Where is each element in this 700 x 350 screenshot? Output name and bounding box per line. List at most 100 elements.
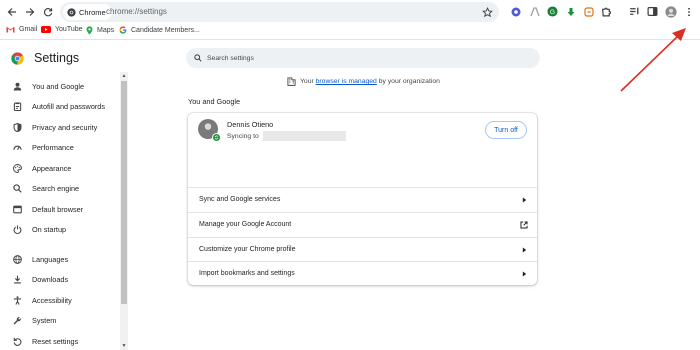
side-panel-icon[interactable] — [646, 5, 659, 18]
wrench-icon — [12, 315, 22, 325]
bookmark-youtube[interactable]: YouTube — [41, 26, 83, 33]
speedometer-icon — [12, 142, 22, 152]
sidebar-item-label: Downloads — [32, 274, 69, 284]
browser-toolbar: Chrome chrome://settings G — [0, 0, 700, 23]
sidebar-item-privacy[interactable]: Privacy and security — [12, 120, 97, 134]
browser-icon — [12, 204, 22, 214]
sidebar-item-autofill[interactable]: Autofill and passwords — [12, 99, 105, 113]
bookmark-maps[interactable]: Maps — [86, 26, 114, 35]
search-icon — [12, 183, 22, 193]
chrome-menu-button[interactable] — [682, 5, 695, 18]
redacted-email — [262, 131, 346, 141]
scroll-up-arrow-icon[interactable]: ▲ — [121, 73, 127, 79]
reload-icon — [43, 8, 53, 17]
palette-icon — [12, 163, 22, 173]
search-icon — [194, 54, 202, 62]
address-bar[interactable]: Chrome chrome://settings — [60, 2, 499, 22]
sidebar-item-label: Performance — [32, 142, 74, 152]
settings-sidebar: You and Google Autofill and passwords Pr… — [0, 72, 128, 350]
search-placeholder: Search settings — [207, 54, 254, 62]
sidebar-item-label: Languages — [32, 254, 69, 264]
managed-prefix: Your — [300, 78, 316, 85]
section-title: You and Google — [188, 97, 241, 106]
sidebar-scrollbar[interactable]: ▲ ▼ — [120, 72, 128, 350]
managed-suffix: by your organization — [376, 78, 440, 85]
extensions-puzzle-icon[interactable] — [600, 5, 613, 18]
profile-name: Dennis Otieno — [227, 120, 274, 129]
row-label: Customize your Chrome profile — [199, 246, 296, 253]
reload-button[interactable] — [40, 4, 56, 20]
scroll-down-arrow-icon[interactable]: ▼ — [121, 343, 127, 349]
search-settings-input[interactable]: Search settings — [186, 48, 540, 68]
sidebar-item-languages[interactable]: Languages — [12, 252, 68, 266]
card-row-import-bookmarks[interactable]: Import bookmarks and settings — [188, 261, 537, 286]
grammarly-extension-icon[interactable]: G — [546, 5, 559, 18]
back-arrow-icon — [7, 8, 16, 16]
bookmark-star-icon[interactable] — [482, 5, 493, 23]
bookmark-candidate-members[interactable]: Candidate Members... — [119, 26, 200, 34]
sidebar-item-performance[interactable]: Performance — [12, 140, 74, 154]
sidebar-item-label: Default browser — [32, 204, 84, 214]
browser-managed-link[interactable]: browser is managed — [316, 78, 377, 85]
forward-arrow-icon — [26, 8, 35, 16]
bookmark-label: Gmail — [19, 26, 38, 33]
profile-avatar-button[interactable] — [664, 5, 677, 18]
triangle-right-icon — [520, 270, 528, 278]
sidebar-item-system[interactable]: System — [12, 313, 56, 327]
card-row-sync-services[interactable]: Sync and Google services — [188, 187, 537, 212]
turn-off-sync-button[interactable]: Turn off — [485, 121, 527, 139]
download-icon — [12, 274, 22, 284]
sidebar-item-label: Privacy and security — [32, 122, 98, 132]
url-text[interactable]: chrome://settings — [106, 7, 167, 16]
row-label: Sync and Google services — [199, 196, 281, 203]
sidebar-item-reset-settings[interactable]: Reset settings — [12, 334, 78, 348]
shield-icon — [12, 122, 22, 132]
sidebar-item-label: Autofill and passwords — [32, 101, 106, 111]
gmail-icon — [6, 26, 15, 33]
bookmarks-bar: Gmail YouTube Maps Candidate Members... — [0, 23, 700, 40]
sidebar-item-default-browser[interactable]: Default browser — [12, 202, 83, 216]
sidebar-item-label: Search engine — [32, 183, 80, 193]
extension-icon-2[interactable] — [528, 5, 541, 18]
sidebar-item-on-startup[interactable]: On startup — [12, 222, 66, 236]
accessibility-icon — [12, 295, 22, 305]
download-extension-icon[interactable] — [564, 5, 577, 18]
site-info-chip[interactable]: Chrome — [63, 4, 112, 20]
site-info-label: Chrome — [79, 7, 106, 17]
external-link-icon — [520, 221, 528, 229]
chrome-logo-icon — [11, 51, 24, 65]
triangle-right-icon — [520, 196, 528, 204]
clipboard-icon — [12, 101, 22, 111]
chrome-logo-icon — [67, 7, 76, 17]
managed-browser-notice: Your browser is managed by your organiza… — [287, 77, 440, 86]
row-label: Manage your Google Account — [199, 221, 292, 228]
sidebar-item-accessibility[interactable]: Accessibility — [12, 293, 72, 307]
sidebar-item-label: System — [32, 315, 57, 325]
sidebar-item-downloads[interactable]: Downloads — [12, 272, 68, 286]
bookmark-gmail[interactable]: Gmail — [6, 26, 37, 33]
sync-status: Syncing to — [227, 131, 346, 141]
sync-status-text: Syncing to — [227, 132, 259, 140]
maps-icon — [86, 26, 93, 35]
profile-row: Dennis Otieno Syncing to Turn off — [188, 113, 537, 149]
back-button[interactable] — [4, 4, 20, 20]
profile-avatar-icon — [664, 5, 677, 18]
building-icon — [287, 77, 296, 86]
sidebar-item-label: On startup — [32, 224, 67, 234]
extension-icon-1[interactable] — [509, 5, 522, 18]
card-row-manage-account[interactable]: Manage your Google Account — [188, 212, 537, 237]
settings-page: Settings Search settings You and Google … — [0, 41, 700, 350]
tab-search-icon[interactable] — [628, 5, 641, 18]
sidebar-item-label: Appearance — [32, 163, 72, 173]
row-label: Import bookmarks and settings — [199, 270, 295, 277]
globe-icon — [12, 254, 22, 264]
bookmark-label: Maps — [97, 27, 115, 34]
sidebar-item-you-and-google[interactable]: You and Google — [12, 79, 84, 93]
youtube-icon — [41, 26, 51, 33]
sidebar-item-search-engine[interactable]: Search engine — [12, 181, 79, 195]
scrollbar-thumb[interactable] — [121, 81, 127, 304]
card-row-customize-profile[interactable]: Customize your Chrome profile — [188, 237, 537, 262]
sidebar-item-appearance[interactable]: Appearance — [12, 161, 71, 175]
forward-button[interactable] — [22, 4, 38, 20]
extension-icon-5[interactable] — [582, 5, 595, 18]
